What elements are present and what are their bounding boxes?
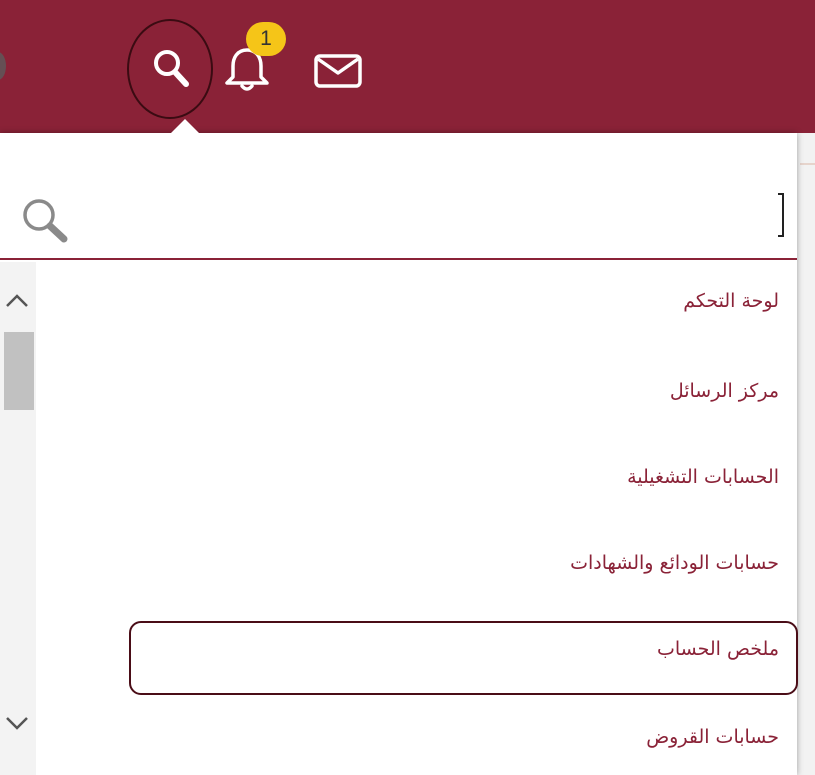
menu-item-dashboard[interactable]: لوحة التحكم [683,290,779,312]
menu-item-loan-accounts[interactable]: حسابات القروض [646,726,779,748]
dropdown-caret [171,119,199,133]
chevron-down-icon [6,717,28,730]
notification-badge: 1 [246,22,286,56]
search-input[interactable] [80,188,784,250]
chevron-up-icon [6,294,28,307]
menu-item-deposits-certificates[interactable]: حسابات الودائع والشهادات [570,552,779,574]
search-row [0,133,797,261]
search-underline [0,258,797,260]
scroll-up-button[interactable] [4,292,30,314]
search-results-menu: لوحة التحكم مركز الرسائل الحسابات التشغي… [36,262,797,775]
search-icon [154,50,189,87]
header-search-button[interactable] [127,19,213,119]
page-divider [800,163,815,165]
avatar[interactable] [0,52,6,80]
mail-icon [314,54,362,88]
menu-item-operating-accounts[interactable]: الحسابات التشغيلية [627,466,779,488]
scroll-thumb[interactable] [4,332,34,410]
highlighted-item-outline [129,621,798,695]
app-root: 1 لوحة التحكم مركز الرسائل الحسابات التش… [0,0,815,775]
scroll-down-button[interactable] [4,714,30,736]
page-background [796,133,815,775]
menu-item-message-center[interactable]: مركز الرسائل [670,380,779,402]
messages-button[interactable] [313,53,363,93]
text-cursor [778,193,784,237]
search-icon [18,195,72,249]
top-header-bar: 1 [0,0,815,133]
